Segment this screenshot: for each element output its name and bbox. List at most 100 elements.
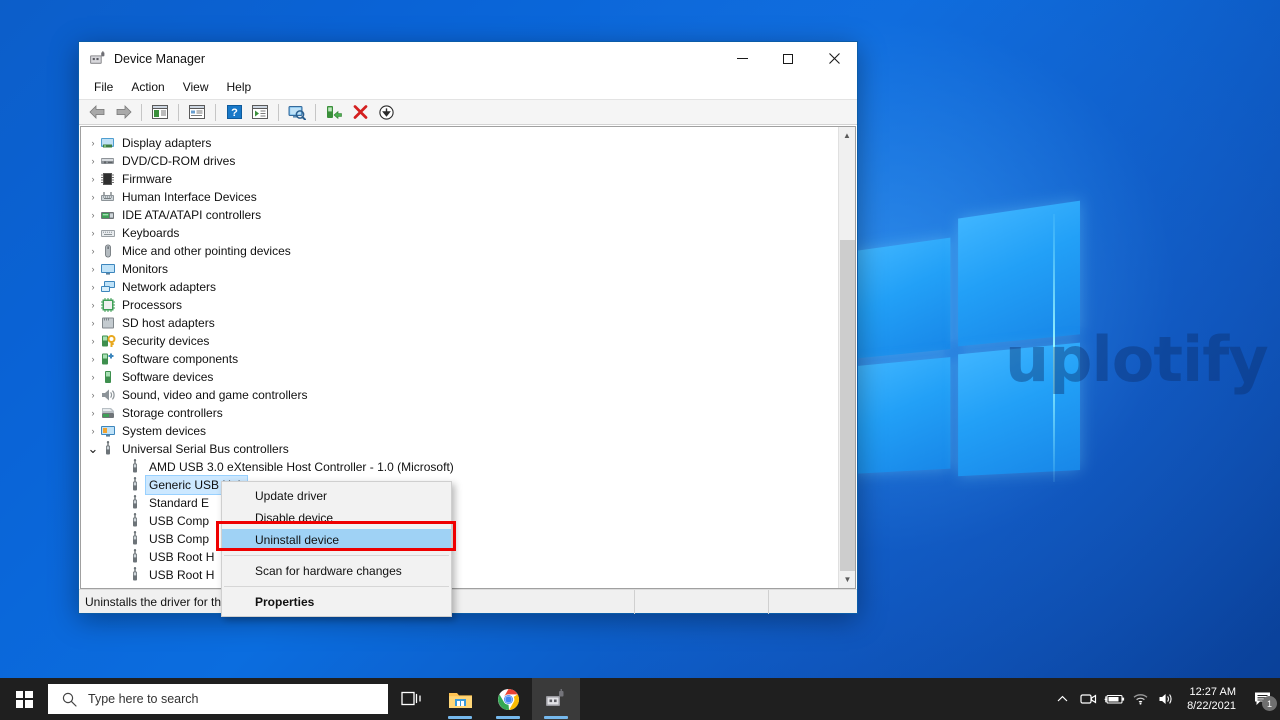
tree-item[interactable]: › Keyboards [81, 224, 838, 242]
chevron-right-icon[interactable]: › [86, 192, 100, 202]
tree-item[interactable]: › Security devices [81, 332, 838, 350]
update-driver-button[interactable] [322, 101, 346, 123]
tree-item[interactable]: › Sound, video and game controllers [81, 386, 838, 404]
tree-item[interactable]: Standard E [81, 494, 838, 512]
task-view-button[interactable] [388, 678, 436, 720]
taskbar-file-explorer[interactable] [436, 678, 484, 720]
chevron-right-icon[interactable]: › [86, 138, 100, 148]
tree-item[interactable]: USB Root H [81, 548, 838, 566]
desktop: uplotify Device Manager File Action View… [0, 0, 1280, 720]
toolbar-separator [278, 103, 279, 121]
taskbar-search-box[interactable]: Type here to search [48, 684, 388, 714]
show-hidden-icons-chevron[interactable] [1049, 678, 1075, 720]
tree-item[interactable]: › Display adapters [81, 134, 838, 152]
chevron-right-icon[interactable]: › [86, 408, 100, 418]
tree-item[interactable]: › Mice and other pointing devices [81, 242, 838, 260]
tree-item[interactable]: › System devices [81, 422, 838, 440]
chevron-right-icon[interactable]: › [86, 264, 100, 274]
tree-item[interactable]: › Firmware [81, 170, 838, 188]
menu-view[interactable]: View [174, 77, 218, 97]
speaker-icon [102, 389, 115, 401]
tree-item[interactable]: › Human Interface Devices [81, 188, 838, 206]
window-controls [719, 42, 857, 75]
tree-item[interactable]: › DVD/CD-ROM drives [81, 152, 838, 170]
context-menu-item[interactable]: Scan for hardware changes [222, 560, 451, 582]
uninstall-device-button[interactable] [348, 101, 372, 123]
tree-item[interactable]: › IDE ATA/ATAPI controllers [81, 206, 838, 224]
chevron-down-icon[interactable]: ⌄ [86, 441, 100, 457]
chevron-right-icon[interactable]: › [86, 390, 100, 400]
menu-file[interactable]: File [85, 77, 122, 97]
chevron-right-icon[interactable]: › [86, 156, 100, 166]
usb-device-icon [133, 531, 137, 545]
tree-item[interactable]: USB Comp [81, 512, 838, 530]
tree-item[interactable]: › Monitors [81, 260, 838, 278]
chevron-right-icon[interactable]: › [86, 318, 100, 328]
toolbar: ? [79, 99, 857, 125]
tree-item[interactable]: USB Comp [81, 530, 838, 548]
chevron-right-icon[interactable]: › [86, 282, 100, 292]
context-menu-item[interactable]: Update driver [222, 485, 451, 507]
monitor-icon [101, 264, 115, 275]
chevron-right-icon[interactable]: › [86, 174, 100, 184]
back-button[interactable] [85, 101, 109, 123]
chevron-right-icon[interactable]: › [86, 354, 100, 364]
wifi-icon[interactable] [1127, 678, 1153, 720]
taskbar-clock[interactable]: 12:27 AM 8/22/2021 [1179, 685, 1246, 713]
context-menu-item[interactable]: Disable device [222, 507, 451, 529]
disable-device-button[interactable] [374, 101, 398, 123]
tree-item[interactable]: › Software devices [81, 368, 838, 386]
chevron-right-icon[interactable]: › [86, 300, 100, 310]
taskbar-chrome[interactable] [484, 678, 532, 720]
properties-button[interactable] [185, 101, 209, 123]
minimize-button[interactable] [719, 42, 765, 75]
notification-center-button[interactable]: 1 [1246, 678, 1280, 720]
scan-hardware-changes-button[interactable] [285, 101, 309, 123]
tree-item[interactable]: › Processors [81, 296, 838, 314]
chevron-right-icon[interactable]: › [86, 336, 100, 346]
scrollbar-thumb[interactable] [840, 240, 855, 573]
scroll-down-arrow[interactable]: ▼ [839, 571, 855, 588]
forward-button[interactable] [111, 101, 135, 123]
tree-item[interactable]: › Network adapters [81, 278, 838, 296]
scroll-up-arrow[interactable]: ▲ [839, 127, 855, 144]
windows-logo-icon [15, 690, 33, 708]
tree-item[interactable]: › SD host adapters [81, 314, 838, 332]
chevron-right-icon[interactable]: › [86, 210, 100, 220]
folder-icon [448, 692, 472, 708]
tree-item[interactable]: USB Root H [81, 566, 838, 584]
close-button[interactable] [811, 42, 857, 75]
battery-charging-icon[interactable] [1101, 678, 1127, 720]
tree-item-label: IDE ATA/ATAPI controllers [122, 208, 262, 222]
svg-text:?: ? [231, 107, 238, 119]
meet-now-icon[interactable] [1075, 678, 1101, 720]
tree-item-label: AMD USB 3.0 eXtensible Host Controller -… [149, 460, 454, 474]
clock-time: 12:27 AM [1189, 686, 1236, 698]
help-button[interactable]: ? [222, 101, 246, 123]
maximize-button[interactable] [765, 42, 811, 75]
tree-item[interactable]: Generic USB Hub [81, 475, 838, 495]
tree-item[interactable]: › Storage controllers [81, 404, 838, 422]
storage-controller-icon [102, 408, 114, 418]
chevron-right-icon[interactable]: › [86, 228, 100, 238]
start-button[interactable] [0, 678, 48, 720]
tree-item-label: Sound, video and game controllers [122, 388, 308, 402]
chevron-right-icon[interactable]: › [86, 372, 100, 382]
tree-item[interactable]: › Software components [81, 350, 838, 368]
status-panel-2 [635, 589, 769, 614]
context-menu[interactable]: Update driver Disable device Uninstall dev… [221, 481, 452, 617]
show-hide-console-tree-button[interactable] [148, 101, 172, 123]
taskbar-device-manager[interactable] [532, 678, 580, 720]
menu-action[interactable]: Action [122, 77, 173, 97]
device-tree[interactable]: › Display adapters › DVD/CD-ROM drives › Firm… [81, 127, 838, 588]
context-menu-item[interactable]: Properties [222, 591, 451, 613]
vertical-scrollbar[interactable]: ▲ ▼ [838, 127, 855, 588]
volume-icon[interactable] [1153, 678, 1179, 720]
tree-item[interactable]: AMD USB 3.0 eXtensible Host Controller -… [81, 458, 838, 476]
tree-item[interactable]: ⌄ Universal Serial Bus controllers [81, 440, 838, 458]
chevron-right-icon[interactable]: › [86, 246, 100, 256]
context-menu-item[interactable]: Uninstall device [222, 529, 451, 551]
show-hidden-devices-button[interactable] [248, 101, 272, 123]
menu-help[interactable]: Help [218, 77, 261, 97]
chevron-right-icon[interactable]: › [86, 426, 100, 436]
